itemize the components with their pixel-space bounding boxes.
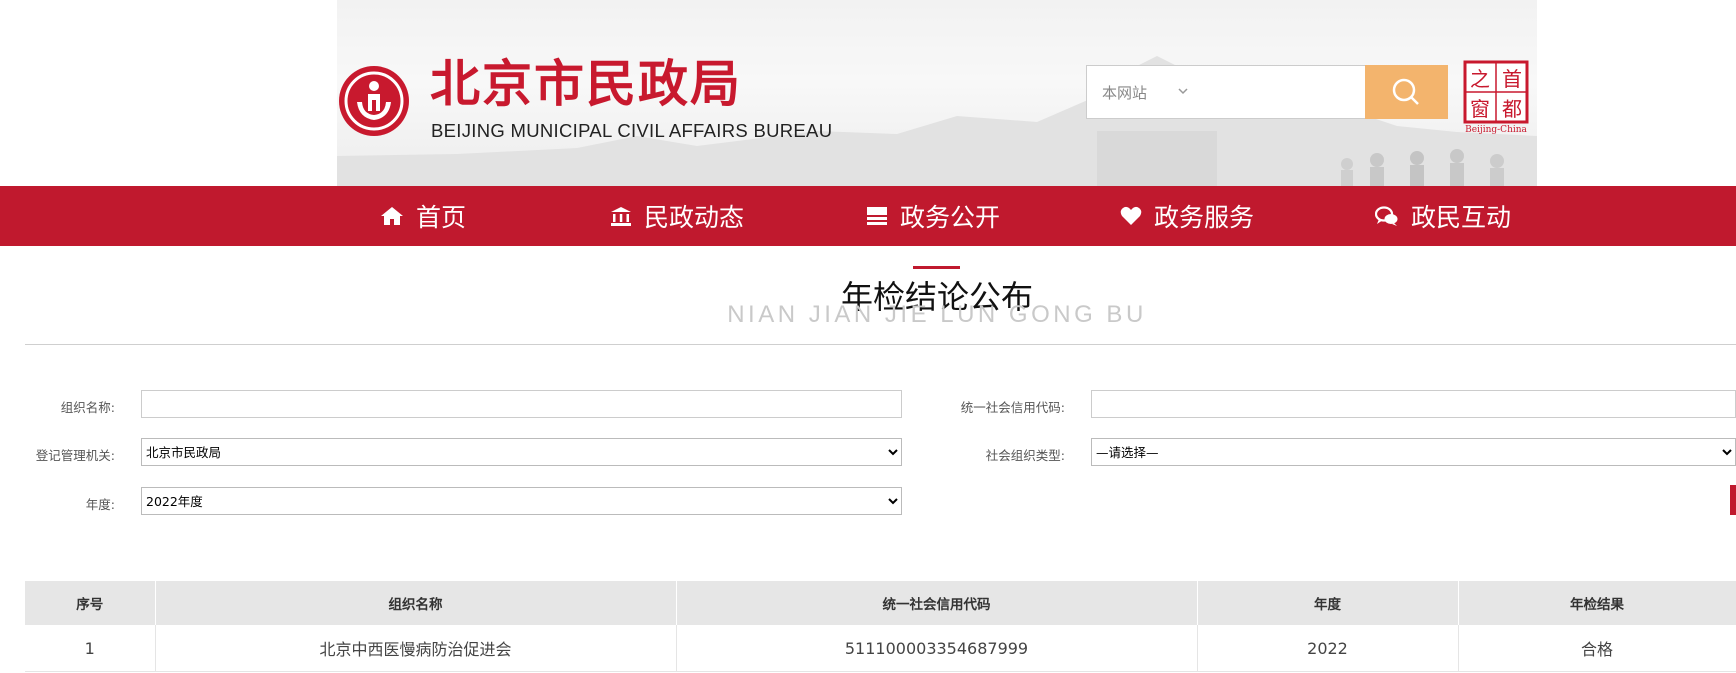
registrar-select[interactable]: 北京市民政局 (141, 438, 902, 466)
heart-icon (1120, 206, 1142, 225)
page-subtitle: NIAN JIAN JIE LUN GONG BU (727, 301, 1147, 328)
nav-item-civil-news[interactable]: 民政动态 (610, 186, 744, 246)
title-accent-bar (913, 266, 960, 269)
col-header-year: 年度 (1197, 581, 1459, 625)
cell-result: 合格 (1458, 625, 1736, 672)
col-header-credit-code: 统一社会信用代码 (676, 581, 1198, 625)
nav-item-label: 政务公开 (900, 203, 1001, 232)
badge-char-1: 之 (1470, 67, 1490, 91)
search-scope-select[interactable]: 本网站 (1102, 82, 1147, 103)
chevron-down-icon (1178, 88, 1188, 95)
nav-item-label: 政务服务 (1154, 203, 1255, 232)
bank-icon (611, 207, 631, 226)
nav-item-gov-services[interactable]: 政务服务 (1120, 186, 1254, 246)
title-divider (25, 344, 1736, 345)
nav-item-label: 首页 (416, 203, 467, 232)
badge-char-2: 首 (1502, 67, 1522, 91)
org-name-label: 组织名称: (60, 400, 115, 415)
capital-window-badge[interactable]: 之 首 窗 都 Beijing-China (1462, 60, 1532, 136)
results-table: 序号 组织名称 统一社会信用代码 年度 年检结果 1 北京中西医慢病防治促进会 … (25, 581, 1736, 672)
home-icon (381, 207, 403, 225)
cell-credit-code: 511100003354687999 (676, 625, 1198, 672)
col-header-index: 序号 (25, 581, 156, 625)
badge-char-4: 都 (1502, 97, 1522, 121)
search-input[interactable]: 本网站 (1086, 65, 1366, 119)
document-stack-icon (867, 207, 887, 225)
nav-item-label: 政民互动 (1411, 203, 1512, 232)
bureau-emblem-icon (339, 66, 409, 136)
table-row: 1 北京中西医慢病防治促进会 511100003354687999 2022 合… (25, 625, 1736, 672)
main-nav: 首页 民政动态 政务公开 政务服务 政民互动 (0, 186, 1736, 246)
org-name-cn: 北京市民政局 (430, 54, 742, 113)
credit-code-input[interactable] (1091, 390, 1736, 418)
badge-caption: Beijing-China (1465, 125, 1527, 135)
cell-index: 1 (25, 625, 156, 672)
col-header-org-name: 组织名称 (155, 581, 677, 625)
badge-char-3: 窗 (1470, 97, 1490, 121)
nav-item-interaction[interactable]: 政民互动 (1375, 186, 1511, 246)
search-button[interactable] (1365, 65, 1448, 119)
cell-org-name[interactable]: 北京中西医慢病防治促进会 (155, 625, 677, 672)
org-name-input[interactable] (141, 390, 902, 418)
search-icon (1392, 78, 1419, 105)
year-select[interactable]: 2022年度 (141, 487, 902, 515)
cell-year: 2022 (1197, 625, 1459, 672)
col-header-result: 年检结果 (1458, 581, 1736, 625)
nav-item-label: 民政动态 (644, 203, 745, 232)
credit-code-label: 统一社会信用代码: (960, 400, 1065, 415)
chat-bubbles-icon (1375, 206, 1398, 226)
org-name-en: BEIJING MUNICIPAL CIVIL AFFAIRS BUREAU (431, 120, 833, 141)
org-type-label: 社会组织类型: (985, 448, 1065, 463)
query-button-edge[interactable] (1730, 485, 1736, 515)
org-type-select[interactable]: —请选择— (1091, 438, 1736, 466)
table-header-row: 序号 组织名称 统一社会信用代码 年度 年检结果 (25, 581, 1736, 625)
nav-item-gov-affairs[interactable]: 政务公开 (866, 186, 1000, 246)
nav-item-home[interactable]: 首页 (380, 186, 466, 246)
registrar-label: 登记管理机关: (35, 448, 115, 463)
year-label: 年度: (85, 497, 115, 512)
